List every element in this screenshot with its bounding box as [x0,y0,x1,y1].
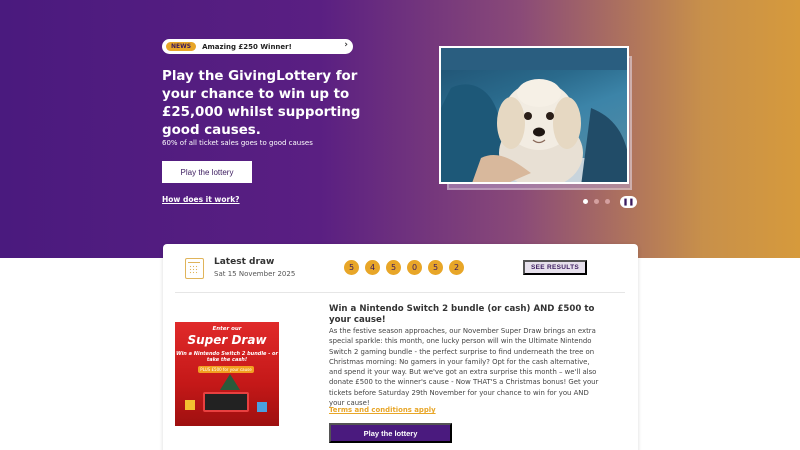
hero-banner: NEWS Amazing £250 Winner! › Play the Giv… [0,0,800,258]
hero-title: Play the GivingLottery for your chance t… [162,69,361,138]
news-headline: Amazing £250 Winner! [202,42,292,51]
promo-image-super-text: Super Draw [187,333,267,347]
dog-image [441,48,627,182]
divider [175,292,625,293]
gift-icon [185,400,195,410]
promo-image-win-text: Win a Nintendo Switch 2 bundle - or take… [176,351,278,363]
latest-draw-card: Latest draw Sat 15 November 2025 5 4 5 0… [163,244,638,450]
see-results-button[interactable]: SEE RESULTS [523,260,587,275]
number-ball: 0 [407,260,422,275]
super-draw-promo-image: Enter our Super Draw Win a Nintendo Swit… [175,322,279,426]
tree-icon [220,374,240,390]
promo-image-badge: PLUS £500 for your cause [198,366,254,373]
number-ball: 2 [449,260,464,275]
promo-title: Win a Nintendo Switch 2 bundle (or cash)… [329,304,595,325]
carousel-dot-3[interactable] [605,199,610,204]
carousel-dots [583,199,610,204]
winning-numbers: 5 4 5 0 5 2 [344,260,464,275]
latest-draw-label: Latest draw [214,257,275,267]
play-lottery-button[interactable]: Play the lottery [162,161,252,183]
console-icon [203,392,249,412]
number-ball: 5 [386,260,401,275]
carousel-dot-2[interactable] [594,199,599,204]
number-ball: 4 [365,260,380,275]
pause-icon[interactable]: ❚❚ [620,196,637,208]
news-banner-link[interactable]: NEWS Amazing £250 Winner! › [162,39,353,54]
calendar-icon [185,258,204,279]
promo-play-lottery-button[interactable]: Play the lottery [329,423,452,443]
chevron-right-icon: › [344,40,348,50]
hero-subtitle: 60% of all ticket sales goes to good cau… [162,139,313,147]
carousel-dot-1[interactable] [583,199,588,204]
news-tag: NEWS [166,42,197,51]
promo-image-enter-text: Enter our [212,326,242,332]
carousel-dog-photo [439,46,629,184]
latest-draw-date: Sat 15 November 2025 [214,270,296,278]
gift-icon [257,402,267,412]
how-it-works-link[interactable]: How does it work? [162,195,240,204]
promo-body: As the festive season approaches, our No… [329,327,599,408]
number-ball: 5 [428,260,443,275]
terms-link[interactable]: Terms and conditions apply [329,406,436,414]
number-ball: 5 [344,260,359,275]
